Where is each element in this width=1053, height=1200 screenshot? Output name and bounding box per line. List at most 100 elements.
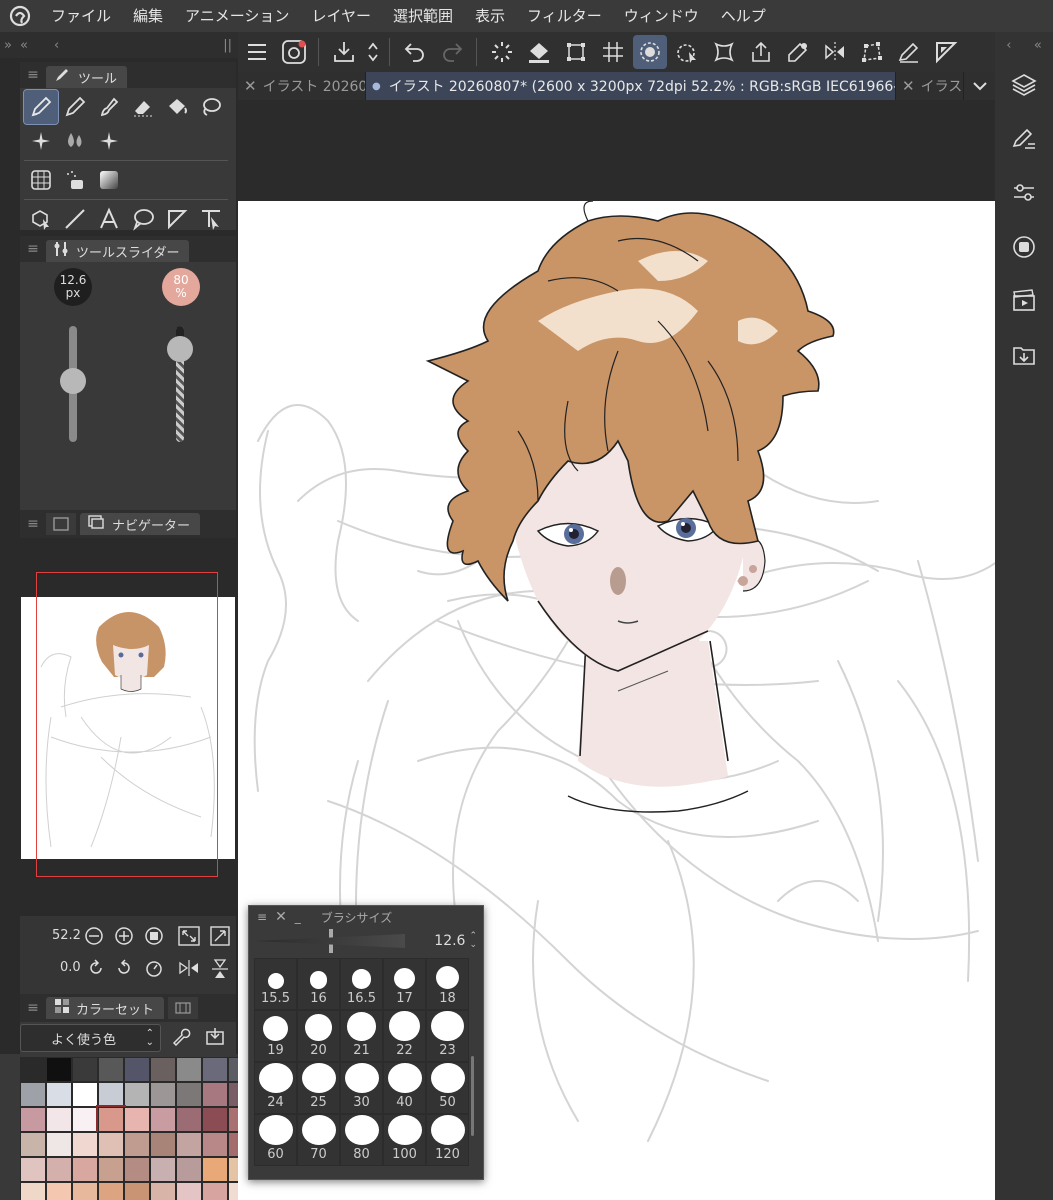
animation-timeline-tab-icon[interactable] (168, 997, 199, 1019)
brush-size-preset[interactable]: 16 (297, 958, 340, 1010)
lasso-tool-icon[interactable] (194, 90, 228, 124)
clip-studio-logo-icon[interactable] (0, 0, 40, 32)
dock-grip-icon[interactable]: || (223, 38, 232, 53)
menu-window[interactable]: ウィンドウ (613, 0, 710, 32)
brush-size-preset[interactable]: 22 (383, 1010, 426, 1062)
rotate-left-icon[interactable] (86, 958, 106, 982)
export-icon[interactable] (744, 35, 778, 69)
color-swatch[interactable] (46, 1182, 72, 1200)
panel-menu-icon[interactable]: ≡ (20, 67, 46, 83)
crop-icon[interactable] (855, 35, 889, 69)
color-swatch[interactable] (46, 1157, 72, 1182)
balloon-tool-icon[interactable] (126, 202, 160, 236)
color-swatch[interactable] (150, 1132, 176, 1157)
eyedropper-icon[interactable] (781, 35, 815, 69)
color-swatch[interactable] (46, 1082, 72, 1107)
color-set-tab[interactable]: カラーセット (46, 997, 165, 1019)
color-swatch[interactable] (98, 1182, 124, 1200)
tool-property-icon[interactable] (995, 112, 1053, 166)
brush-size-preset[interactable]: 24 (254, 1062, 297, 1114)
color-swatch[interactable] (176, 1182, 202, 1200)
pen-line-icon[interactable] (892, 35, 926, 69)
panel-menu-icon[interactable]: ≡ (20, 241, 46, 257)
color-swatch[interactable] (124, 1182, 150, 1200)
menu-view[interactable]: 表示 (464, 0, 516, 32)
close-tab-icon[interactable]: ✕ (902, 77, 915, 95)
menu-edit[interactable]: 編集 (122, 0, 174, 32)
color-swatch[interactable] (202, 1107, 228, 1132)
frame-tool-icon[interactable] (24, 163, 58, 197)
brush-size-preset[interactable]: 21 (340, 1010, 383, 1062)
menu-animation[interactable]: アニメーション (174, 0, 300, 32)
gradient-tool-icon[interactable] (92, 163, 126, 197)
navigator-alt-tab-icon[interactable] (46, 513, 76, 535)
sub-tool-detail-icon[interactable] (995, 166, 1053, 220)
color-swatch[interactable] (150, 1082, 176, 1107)
tool-slider-tab[interactable]: ツールスライダー (46, 240, 190, 262)
brush-size-preset[interactable]: 100 (383, 1114, 426, 1166)
rotate-right-icon[interactable] (114, 958, 134, 982)
airbrush-tool-icon[interactable] (58, 163, 92, 197)
rotation-value[interactable]: 0.0 (60, 960, 81, 975)
import-icon[interactable] (205, 1026, 225, 1050)
color-swatch[interactable] (150, 1157, 176, 1182)
color-swatch[interactable] (202, 1132, 228, 1157)
document-tab[interactable]: ✕ イラス (896, 72, 964, 100)
flip-vertical-icon[interactable] (210, 958, 230, 984)
brush-size-slider-thumb[interactable] (60, 368, 86, 394)
expand-dock-icon[interactable]: « (1034, 38, 1042, 53)
text-tool-icon[interactable] (92, 202, 126, 236)
brush-size-preset[interactable]: 25 (297, 1062, 340, 1114)
color-swatch[interactable] (98, 1132, 124, 1157)
close-popup-icon[interactable]: ✕ (275, 909, 287, 925)
brush-size-preset[interactable]: 50 (426, 1062, 469, 1114)
brush-size-preset[interactable]: 15.5 (254, 958, 297, 1010)
color-wheel-icon[interactable] (995, 220, 1053, 274)
color-swatch[interactable] (124, 1157, 150, 1182)
brush-tool-icon[interactable] (92, 90, 126, 124)
line-tool-icon[interactable] (58, 202, 92, 236)
operation-tool-icon[interactable] (24, 202, 58, 236)
color-swatch[interactable] (72, 1057, 98, 1082)
brush-size-preset[interactable]: 19 (254, 1010, 297, 1062)
color-swatch[interactable] (20, 1157, 46, 1182)
color-swatch[interactable] (202, 1057, 228, 1082)
document-tab-active[interactable]: ● イラスト 20260807* (2600 x 3200px 72dpi 52… (366, 72, 896, 100)
animation-icon[interactable] (995, 274, 1053, 328)
color-set-select[interactable]: よく使う色 ⌃ ⌄ (20, 1024, 161, 1052)
color-swatch[interactable] (124, 1082, 150, 1107)
panel-menu-icon[interactable]: ≡ (20, 516, 46, 532)
color-swatch[interactable] (20, 1132, 46, 1157)
layers-icon[interactable] (995, 58, 1053, 112)
menu-help[interactable]: ヘルプ (710, 0, 777, 32)
panel-menu-icon[interactable]: ≡ (20, 1000, 46, 1016)
eraser-tool-icon[interactable] (126, 90, 160, 124)
decoration-tool-icon[interactable] (92, 124, 126, 158)
color-swatch[interactable] (72, 1132, 98, 1157)
document-tab[interactable]: ✕ イラスト 20260 (238, 72, 366, 100)
grid-icon[interactable] (596, 35, 630, 69)
zoom-in-icon[interactable] (114, 926, 134, 950)
color-swatch[interactable] (124, 1107, 150, 1132)
navigator-tab[interactable]: ナビゲーター (80, 513, 201, 535)
color-swatch[interactable] (202, 1182, 228, 1200)
flip-canvas-icon[interactable] (818, 35, 852, 69)
brush-size-preset[interactable]: 70 (297, 1114, 340, 1166)
close-tab-icon[interactable]: ✕ (244, 77, 257, 95)
brush-size-preset[interactable]: 30 (340, 1062, 383, 1114)
brush-size-current[interactable]: 12.6 (434, 933, 465, 949)
ruler-snap-icon[interactable] (632, 35, 667, 69)
fill-tool-icon[interactable] (160, 90, 194, 124)
color-swatch[interactable] (72, 1082, 98, 1107)
brush-size-preset[interactable]: 80 (340, 1114, 383, 1166)
pen-tool-icon[interactable] (23, 89, 59, 125)
chevron-left-icon[interactable]: ‹ (54, 38, 59, 53)
zoom-out-icon[interactable] (84, 926, 104, 950)
color-swatch[interactable] (176, 1107, 202, 1132)
menu-filter[interactable]: フィルター (516, 0, 613, 32)
brush-size-preset[interactable]: 40 (383, 1062, 426, 1114)
color-swatch[interactable] (46, 1057, 72, 1082)
collapse-dock-icon[interactable]: « (20, 38, 28, 53)
color-swatch[interactable] (202, 1082, 228, 1107)
color-swatch[interactable] (124, 1132, 150, 1157)
